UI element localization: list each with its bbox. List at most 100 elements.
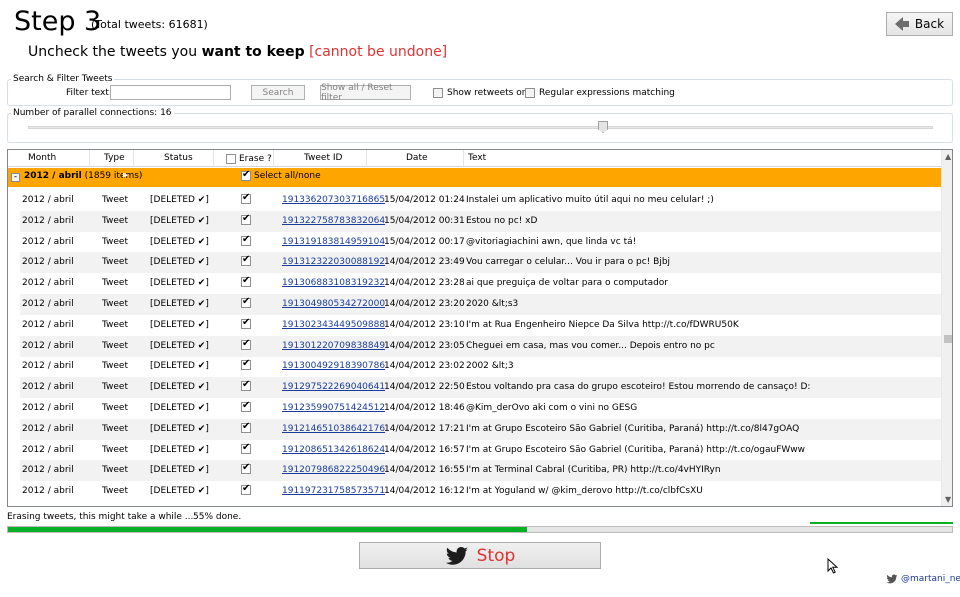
regex-checkbox[interactable]: Regular expressions matching xyxy=(525,88,675,98)
cell-tweet-id[interactable]: 191207986822250496 xyxy=(282,465,385,475)
table-row[interactable]: 2012 / abril Tweet [DELETED ✔] 191306883108… xyxy=(20,273,941,294)
column-header-text[interactable]: Text xyxy=(464,150,941,167)
erase-checkbox[interactable] xyxy=(241,358,251,371)
retweets-only-checkbox[interactable]: Show retweets only xyxy=(433,88,535,98)
instruction-text: Uncheck the tweets you want to keep [can… xyxy=(28,44,447,60)
cell-tweet-id[interactable]: 191302343449509888 xyxy=(282,320,385,330)
connections-slider-track[interactable] xyxy=(28,126,933,129)
erase-checkbox[interactable] xyxy=(241,213,251,225)
erase-checkbox[interactable] xyxy=(241,234,251,246)
erase-checkbox[interactable] xyxy=(241,275,251,288)
cell-month: 2012 / abril xyxy=(22,403,74,413)
table-row[interactable]: 2012 / abril Tweet [DELETED ✔] 191336207303… xyxy=(20,190,941,211)
reset-filter-button[interactable]: Show all / Reset filter xyxy=(320,83,411,103)
column-header-tweet-id[interactable]: Tweet ID xyxy=(274,150,367,167)
filter-text-input[interactable] xyxy=(110,85,231,100)
erase-checkbox[interactable] xyxy=(241,442,251,454)
progress-percent-text: 55% done. xyxy=(193,512,242,522)
table-row[interactable]: 2012 / abril Tweet [DELETED ✔] 191214651038… xyxy=(20,418,941,440)
table-row[interactable]: 2012 / abril Tweet [DELETED ✔] 191297522269… xyxy=(20,377,941,399)
cell-tweet-id[interactable]: 191214651038642176 xyxy=(282,424,385,434)
table-row[interactable]: 2012 / abril Tweet [DELETED ✔] 191235990751… xyxy=(20,398,941,419)
cell-text: I'm at Rua Engenheiro Niepce Da Silva ht… xyxy=(466,319,739,330)
progress-secondary-bar xyxy=(810,522,953,524)
select-all-box[interactable] xyxy=(241,169,251,181)
table-row[interactable]: 2012 / abril Tweet [DELETED ✔] 191302343449… xyxy=(20,315,941,336)
table-row[interactable]: 2012 / abril Tweet [DELETED ✔] 191322758783… xyxy=(20,210,941,232)
back-button[interactable]: Back xyxy=(886,12,953,36)
erase-checkbox[interactable] xyxy=(241,338,251,350)
cell-month: 2012 / abril xyxy=(22,486,74,497)
footer-handle[interactable]: @martani_net xyxy=(901,574,960,584)
erase-checkbox[interactable] xyxy=(241,192,251,204)
table-row[interactable]: 2012 / abril Tweet [DELETED ✔] 191304980534… xyxy=(20,294,941,315)
column-header-date[interactable]: Date xyxy=(367,150,464,167)
cell-status: [DELETED ✔] xyxy=(150,423,209,434)
erase-checkbox[interactable] xyxy=(241,379,251,392)
erase-checkbox[interactable] xyxy=(241,400,251,412)
cell-month: 2012 / abril xyxy=(22,382,74,393)
grid-scrollbar[interactable]: ▲ ▼ xyxy=(941,150,952,506)
search-button[interactable]: Search xyxy=(251,85,305,100)
table-row[interactable]: 2012 / abril Tweet [DELETED ✔] 191197231758… xyxy=(20,481,941,502)
erase-checkbox[interactable] xyxy=(241,483,251,496)
cell-tweet-id[interactable]: 191197231758573571 xyxy=(282,486,385,496)
table-row[interactable]: 2012 / abril Tweet [DELETED ✔] 191301220709… xyxy=(20,335,941,357)
column-header-status[interactable]: Status xyxy=(134,150,214,167)
select-all-checkbox[interactable]: Select all/none xyxy=(241,169,321,181)
cell-type: Tweet xyxy=(102,195,128,205)
cell-status: [DELETED ✔] xyxy=(150,215,209,226)
month-group-header[interactable]: - 2012 / abril (1859 items) ▶ Select all… xyxy=(8,168,941,187)
cell-tweet-id[interactable]: 191306883108319232 xyxy=(282,278,385,288)
scroll-up-icon[interactable]: ▲ xyxy=(945,152,951,161)
table-row[interactable]: 2012 / abril Tweet [DELETED ✔] 191208651342… xyxy=(20,440,941,461)
stop-button[interactable]: Stop xyxy=(359,542,601,569)
scroll-down-icon[interactable]: ▼ xyxy=(945,495,951,504)
scroll-thumb[interactable] xyxy=(944,335,952,343)
cell-tweet-id[interactable]: 191300492918390786 xyxy=(282,361,385,371)
cell-tweet-id[interactable]: 191322758783832064 xyxy=(282,216,385,226)
cell-tweet-id[interactable]: 191319183814959104 xyxy=(282,237,385,247)
cell-tweet-id[interactable]: 191312322030088192 xyxy=(282,257,385,267)
erase-checkbox[interactable] xyxy=(241,254,251,267)
table-row[interactable]: 2012 / abril Tweet [DELETED ✔] 191319183814… xyxy=(20,232,941,253)
table-row[interactable]: 2012 / abril Tweet [DELETED ✔] 191312322030… xyxy=(20,252,941,274)
column-header-type[interactable]: Type xyxy=(90,150,134,167)
progress-bar xyxy=(7,526,953,533)
cell-text: Estou voltando pra casa do grupo escotei… xyxy=(466,382,811,393)
column-header-erase[interactable]: Erase ? xyxy=(214,150,274,167)
column-header-month[interactable]: Month xyxy=(8,150,90,167)
table-row[interactable]: 2012 / abril Tweet [DELETED ✔] 191207986822… xyxy=(20,460,941,482)
cell-type: Tweet xyxy=(102,340,128,351)
tweets-grid: Month Type Status Erase ? Tweet ID Date … xyxy=(7,149,953,507)
table-row[interactable]: 2012 / abril Tweet [DELETED ✔] 191300492918… xyxy=(20,356,941,377)
cell-type: Tweet xyxy=(102,278,128,289)
cell-month: 2012 / abril xyxy=(22,465,74,476)
instruction-emphasis: want to keep xyxy=(201,44,305,60)
erase-checkbox[interactable] xyxy=(241,421,251,433)
cell-status: [DELETED ✔] xyxy=(150,236,209,247)
cell-tweet-id[interactable]: 191208651342618624 xyxy=(282,445,385,455)
cell-text: I'm at Yoguland w/ @kim_derovo http://t.… xyxy=(466,486,703,497)
cell-type: Tweet xyxy=(102,299,128,309)
erase-checkbox[interactable] xyxy=(241,462,251,475)
cell-tweet-id[interactable]: 191336207303716865 xyxy=(282,195,385,205)
erase-checkbox[interactable] xyxy=(241,296,251,308)
regex-box[interactable] xyxy=(525,88,535,98)
retweets-only-box[interactable] xyxy=(433,88,443,98)
retweets-only-label: Show retweets only xyxy=(447,88,536,98)
cell-tweet-id[interactable]: 191304980534272000 xyxy=(282,299,385,309)
footer-credit[interactable]: @martani_net xyxy=(886,574,960,584)
cell-text: Estou no pc! xD xyxy=(466,215,538,226)
cell-tweet-id[interactable]: 191235990751424512 xyxy=(282,403,385,413)
cell-tweet-id[interactable]: 191297522269040641 xyxy=(282,382,385,392)
cell-status: [DELETED ✔] xyxy=(150,257,209,268)
cell-month: 2012 / abril xyxy=(22,236,74,247)
erase-checkbox[interactable] xyxy=(241,317,251,329)
erase-header-checkbox[interactable] xyxy=(226,153,236,164)
mouse-cursor-icon xyxy=(827,558,838,574)
cell-date: 14/04/2012 17:21 xyxy=(384,423,465,434)
cell-tweet-id[interactable]: 191301220709838849 xyxy=(282,341,385,351)
cell-status: [DELETED ✔] xyxy=(150,195,209,205)
collapse-expander[interactable]: - xyxy=(11,173,20,182)
